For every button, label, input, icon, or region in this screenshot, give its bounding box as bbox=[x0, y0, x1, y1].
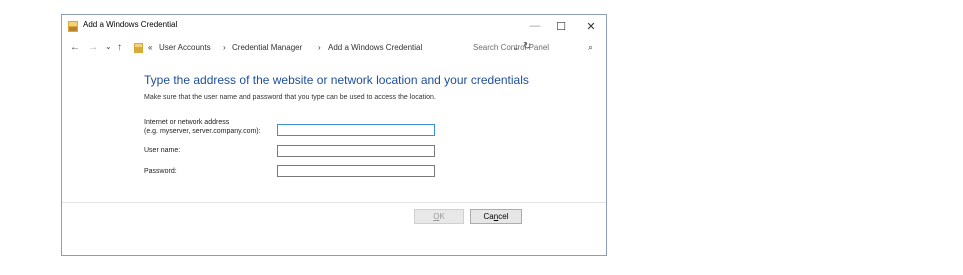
breadcrumb-add-credential[interactable]: Add a Windows Credential bbox=[328, 43, 422, 52]
address-bar[interactable]: « User Accounts › Credential Manager › A… bbox=[134, 41, 531, 56]
ok-label-rest: K bbox=[439, 212, 445, 221]
breadcrumb-user-accounts[interactable]: User Accounts bbox=[159, 43, 211, 52]
recent-locations-icon[interactable]: ⌄ bbox=[105, 42, 112, 51]
credential-window: Add a Windows Credential — ☐ ✕ ← → ⌄ ↑ «… bbox=[61, 14, 607, 256]
password-label: Password: bbox=[144, 168, 177, 175]
search-box[interactable]: Search Control Panel ⌕ bbox=[467, 41, 603, 56]
breadcrumb-credential-manager[interactable]: Credential Manager bbox=[232, 43, 302, 52]
search-icon[interactable]: ⌕ bbox=[588, 42, 593, 53]
breadcrumb-overflow[interactable]: « bbox=[148, 43, 152, 52]
address-label-line1: Internet or network address bbox=[144, 119, 230, 126]
navigation-bar: ← → ⌄ ↑ « User Accounts › Credential Man… bbox=[62, 39, 606, 59]
maximize-button[interactable]: ☐ bbox=[547, 15, 575, 37]
window-title: Add a Windows Credential bbox=[83, 20, 178, 29]
page-description: Make sure that the user name and passwor… bbox=[144, 94, 436, 101]
control-panel-icon bbox=[134, 43, 143, 53]
cancel-label-prefix: Ca bbox=[483, 212, 494, 221]
close-button[interactable]: ✕ bbox=[577, 15, 605, 37]
title-bar[interactable]: Add a Windows Credential — ☐ ✕ bbox=[62, 15, 606, 39]
credential-manager-icon bbox=[68, 21, 78, 32]
back-arrow-icon[interactable]: ← bbox=[70, 42, 80, 53]
forward-arrow-icon[interactable]: → bbox=[88, 42, 98, 53]
address-label: Internet or network address (e.g. myserv… bbox=[144, 118, 261, 136]
footer-divider bbox=[62, 202, 606, 203]
network-address-input[interactable] bbox=[277, 124, 435, 136]
cancel-button[interactable]: Ca n cel bbox=[470, 209, 522, 224]
minimize-button[interactable]: — bbox=[521, 15, 549, 37]
up-arrow-icon[interactable]: ↑ bbox=[117, 42, 122, 53]
username-label: User name: bbox=[144, 147, 181, 154]
address-label-line2: (e.g. myserver, server.company.com): bbox=[144, 128, 261, 135]
cancel-label-rest: cel bbox=[498, 212, 509, 221]
breadcrumb-separator: › bbox=[318, 43, 321, 52]
ok-button[interactable]: OK bbox=[414, 209, 464, 224]
page-title: Type the address of the website or netwo… bbox=[144, 73, 529, 87]
password-input[interactable] bbox=[277, 165, 435, 177]
search-placeholder: Search Control Panel bbox=[473, 43, 550, 52]
username-input[interactable] bbox=[277, 145, 435, 157]
breadcrumb-separator: › bbox=[223, 43, 226, 52]
